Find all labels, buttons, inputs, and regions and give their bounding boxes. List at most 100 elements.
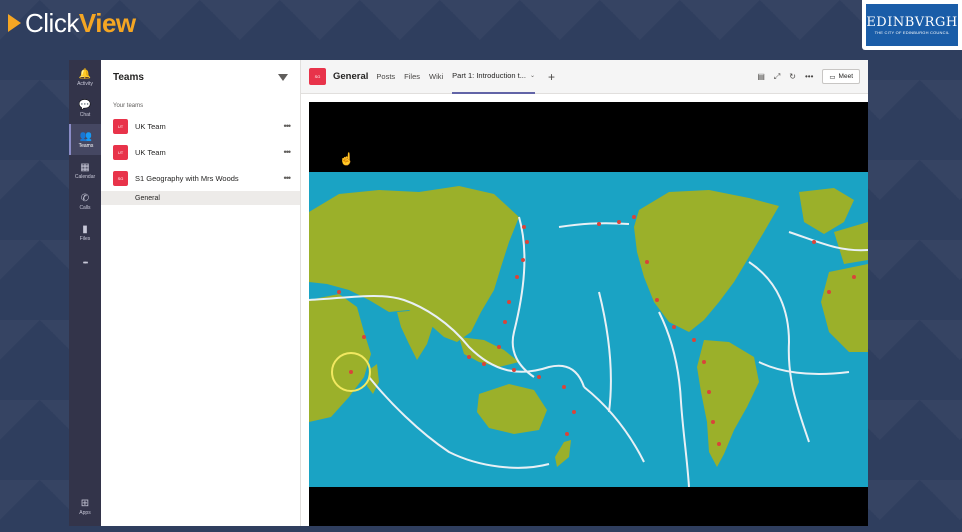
volcano-marker (702, 360, 706, 364)
volcano-marker (503, 320, 507, 324)
volcano-marker (521, 258, 525, 262)
rail-item-calendar[interactable]: ▦ Calendar (69, 155, 101, 186)
team-item[interactable]: SG S1 Geography with Mrs Woods ••• (101, 165, 300, 191)
team-name: S1 Geography with Mrs Woods (135, 173, 239, 183)
channel-main: SG General Posts Files Wiki Part 1: Intr… (301, 60, 869, 526)
rail-label: Files (79, 235, 91, 242)
bell-icon: 🔔 (78, 68, 92, 80)
volcano-marker (525, 240, 529, 244)
volcano-marker (632, 215, 636, 219)
channel-item-general[interactable]: General (101, 191, 300, 205)
volcano-marker (572, 410, 576, 414)
tab-wiki[interactable]: Wiki (429, 60, 443, 94)
channel-title: General (333, 71, 369, 82)
phone-icon: ✆ (80, 192, 90, 204)
more-icon: ••• (82, 260, 88, 267)
rail-item-apps[interactable]: ⊞ Apps (69, 491, 101, 522)
team-item[interactable]: UT UK Team ••• (101, 139, 300, 165)
teams-window: 🔔 Activity 💬 Chat 👥 Teams ▦ Calendar ✆ C… (69, 60, 869, 526)
mouse-cursor-icon: ☝ (339, 152, 354, 166)
more-options-icon[interactable]: ••• (284, 147, 292, 157)
file-icon: ▮ (82, 223, 88, 235)
meet-button[interactable]: ▭ Meet (822, 69, 860, 84)
volcano-marker (337, 290, 341, 294)
conversation-icon[interactable]: ▤ (757, 72, 765, 81)
tab-video[interactable]: Part 1: Introduction t... ⌄ (452, 60, 535, 94)
volcano-marker (482, 362, 486, 366)
more-options-icon[interactable]: ••• (284, 121, 292, 131)
volcano-marker (467, 355, 471, 359)
video-camera-icon: ▭ (829, 73, 836, 81)
filter-icon[interactable] (278, 73, 288, 81)
add-tab-button[interactable]: + (548, 70, 555, 84)
volcano-marker (362, 335, 366, 339)
volcano-marker (707, 390, 711, 394)
team-avatar: SG (113, 170, 128, 186)
council-subtitle: THE CITY OF EDINBURGH COUNCIL (874, 29, 950, 35)
edinburgh-council-badge: EDINBVRGH THE CITY OF EDINBURGH COUNCIL (862, 0, 962, 50)
team-item[interactable]: UT UK Team ••• (101, 113, 300, 139)
volcano-marker (692, 338, 696, 342)
teams-list-title: Teams (113, 71, 144, 83)
tab-posts[interactable]: Posts (376, 60, 395, 94)
volcano-marker (507, 300, 511, 304)
volcano-marker (852, 275, 856, 279)
more-icon[interactable]: ••• (805, 72, 813, 81)
chevron-down-icon: ⌄ (529, 73, 535, 79)
team-name: UK Team (135, 147, 166, 157)
volcano-marker (617, 220, 621, 224)
clickview-logo: ClickView (8, 6, 136, 40)
your-teams-heading: Your teams (113, 103, 144, 109)
volcano-marker (565, 432, 569, 436)
rail-item-calls[interactable]: ✆ Calls (69, 186, 101, 217)
tab-video-label: Part 1: Introduction t... (452, 71, 526, 80)
rail-label: Apps (79, 509, 91, 516)
volcano-marker (672, 325, 676, 329)
teams-icon: 👥 (79, 130, 93, 142)
teams-list-panel: Teams Your teams UT UK Team ••• UT UK Te… (101, 60, 301, 526)
volcano-marker (655, 298, 659, 302)
rail-label: Activity (77, 80, 93, 87)
council-name: EDINBVRGH (866, 14, 958, 30)
volcano-marker (522, 225, 526, 229)
volcano-marker (645, 260, 649, 264)
rail-item-chat[interactable]: 💬 Chat (69, 93, 101, 124)
play-icon (8, 14, 21, 32)
video-player[interactable]: ☝ (308, 102, 869, 526)
rail-label: Chat (79, 111, 91, 118)
apps-icon: ⊞ (80, 497, 90, 509)
volcano-marker (562, 385, 566, 389)
volcano-marker (512, 368, 516, 372)
volcano-marker (515, 275, 519, 279)
chat-icon: 💬 (78, 99, 92, 111)
volcano-marker (597, 222, 601, 226)
app-rail: 🔔 Activity 💬 Chat 👥 Teams ▦ Calendar ✆ C… (69, 60, 101, 526)
volcano-marker (812, 240, 816, 244)
team-avatar: UT (113, 118, 128, 134)
calendar-icon: ▦ (80, 161, 90, 173)
volcano-marker (827, 290, 831, 294)
expand-icon[interactable]: ⤢ (774, 72, 780, 82)
tectonic-world-map (308, 172, 869, 488)
volcano-marker (497, 345, 501, 349)
team-avatar: UT (113, 144, 128, 160)
rail-label: Calls (79, 204, 91, 211)
more-options-icon[interactable]: ••• (284, 173, 292, 183)
rail-label: Teams (78, 142, 94, 149)
channel-header: SG General Posts Files Wiki Part 1: Intr… (301, 60, 868, 94)
refresh-icon[interactable]: ↻ (789, 72, 796, 81)
meet-label: Meet (838, 73, 853, 80)
volcano-marker (711, 420, 715, 424)
rail-item-files[interactable]: ▮ Files (69, 217, 101, 248)
rail-item-activity[interactable]: 🔔 Activity (69, 62, 101, 93)
team-name: UK Team (135, 121, 166, 131)
rail-item-teams[interactable]: 👥 Teams (69, 124, 101, 155)
volcano-marker (537, 375, 541, 379)
rail-label: Calendar (74, 173, 96, 180)
volcano-marker (717, 442, 721, 446)
tab-files[interactable]: Files (404, 60, 420, 94)
volcano-marker (349, 370, 353, 374)
rail-item-more[interactable]: ••• (69, 248, 101, 279)
world-map-frame (308, 172, 869, 488)
channel-avatar: SG (309, 68, 326, 85)
